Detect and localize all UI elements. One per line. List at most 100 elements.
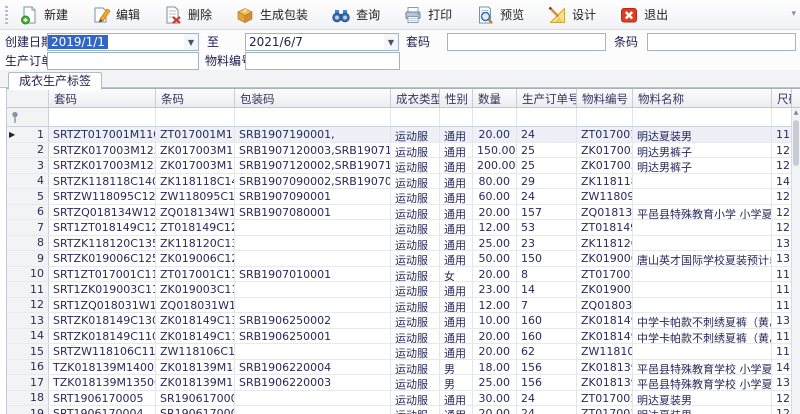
cell-type[interactable]: 运动服	[391, 267, 440, 282]
table-row[interactable]: 6SRTZQ018134W12000ZQ018134W12000SRB19070…	[7, 205, 800, 221]
cell-qty[interactable]: 20.00	[473, 205, 517, 220]
toolbar-button-print[interactable]: 打印	[397, 2, 460, 28]
cell-qty[interactable]: 12.00	[473, 298, 517, 313]
cell-material-no[interactable]: ZK019006C	[577, 251, 633, 266]
cell-type[interactable]: 运动服	[391, 127, 440, 142]
cell-barcode[interactable]: ZT017001C11000	[156, 267, 235, 282]
cell-package-codes[interactable]	[235, 282, 391, 297]
table-row[interactable]: 13SRTZK018149C13000ZK018149C13000SRB1906…	[7, 313, 800, 329]
row-indicator[interactable]: 6	[7, 205, 49, 220]
toolbar-button-package[interactable]: 生成包装	[229, 2, 316, 28]
toolbar-button-search-binoculars[interactable]: 查询	[325, 2, 388, 28]
cell-material-no[interactable]: ZK118118C	[577, 174, 633, 189]
cell-qty[interactable]: 23.00	[473, 282, 517, 297]
table-row[interactable]: 15SRTZW118106C11000ZW118106C11000运动服通用20…	[7, 344, 800, 360]
cell-package-codes[interactable]	[235, 406, 391, 414]
cell-size[interactable]: 12	[772, 189, 792, 204]
cell-order-no[interactable]: 7	[517, 298, 577, 313]
set-code-input[interactable]	[447, 33, 606, 51]
cell-material-no[interactable]: ZK018149C	[577, 329, 633, 344]
cell-qty[interactable]: 25.00	[473, 236, 517, 251]
cell-size[interactable]: 11	[772, 267, 792, 282]
cell-type[interactable]: 运动服	[391, 391, 440, 406]
cell-material-no[interactable]: ZT017001M	[577, 127, 633, 142]
cell-order-no[interactable]: 24	[517, 406, 577, 414]
table-row[interactable]: 12SRT1ZQ018031W11000ZQ018031W11000运动服通用1…	[7, 298, 800, 314]
cell-type[interactable]: 运动服	[391, 174, 440, 189]
cell-package-codes[interactable]: SRB1906220004	[235, 360, 391, 375]
cell-size[interactable]: 11	[772, 127, 792, 142]
cell-order-no[interactable]: 150	[517, 251, 577, 266]
cell-package-codes[interactable]: SRB1907090001	[235, 189, 391, 204]
cell-set-code[interactable]: SRTZK018149C13000	[49, 313, 156, 328]
cell-package-codes[interactable]: SRB1907120002,SRB1907120005,	[235, 158, 391, 173]
cell-gender[interactable]: 通用	[440, 329, 473, 344]
cell-material-name[interactable]	[633, 220, 772, 235]
cell-material-name[interactable]	[633, 344, 772, 359]
cell-material-name[interactable]: 平邑县特殊教育小学 小学夏	[633, 205, 772, 220]
cell-material-no[interactable]: ZK019003C	[577, 282, 633, 297]
cell-material-name[interactable]: 平邑县特殊教育学校 小学夏	[633, 360, 772, 375]
cell-material-name[interactable]	[633, 282, 772, 297]
filter-cell-material-name[interactable]	[633, 108, 772, 126]
row-indicator[interactable]: 10	[7, 267, 49, 282]
cell-type[interactable]: 运动服	[391, 298, 440, 313]
column-header-order-no[interactable]: 生产订单号	[517, 89, 577, 107]
cell-material-name[interactable]: 明达男裤子	[633, 143, 772, 158]
cell-gender[interactable]: 通用	[440, 205, 473, 220]
cell-barcode[interactable]: ZK018139M13500	[156, 375, 235, 390]
vertical-scrollbar[interactable]: ▲	[791, 108, 800, 414]
cell-barcode[interactable]: ZK017003M12500	[156, 158, 235, 173]
filter-cell-material-no[interactable]	[577, 108, 633, 126]
material-no-input[interactable]	[245, 52, 400, 70]
cell-set-code[interactable]: SRTZK118118C14000	[49, 174, 156, 189]
cell-material-no[interactable]: ZK017003M	[577, 143, 633, 158]
cell-size[interactable]: 12	[772, 143, 792, 158]
scrollbar-thumb[interactable]	[793, 120, 799, 166]
cell-material-no[interactable]: ZK017003M	[577, 158, 633, 173]
chevron-down-icon[interactable]: ▼	[184, 34, 198, 50]
cell-type[interactable]: 运动服	[391, 282, 440, 297]
filter-cell-qty[interactable]	[473, 108, 517, 126]
cell-package-codes[interactable]	[235, 391, 391, 406]
cell-barcode[interactable]: ZK019006C12500	[156, 251, 235, 266]
column-header-barcode[interactable]: 条码	[156, 89, 235, 107]
cell-set-code[interactable]: SRT1ZK019003C11000	[49, 282, 156, 297]
production-order-input[interactable]	[47, 52, 199, 70]
row-indicator[interactable]: ▶1	[7, 127, 49, 142]
filter-cell-set-code[interactable]	[49, 108, 156, 126]
cell-gender[interactable]: 通用	[440, 344, 473, 359]
cell-size[interactable]: 13	[772, 251, 792, 266]
cell-qty[interactable]: 80.00	[473, 174, 517, 189]
column-header-package-codes[interactable]: 包装码	[235, 89, 391, 107]
cell-barcode[interactable]: ZQ018134W12000	[156, 205, 235, 220]
cell-material-name[interactable]	[633, 236, 772, 251]
cell-set-code[interactable]: TZK018139M13500	[49, 375, 156, 390]
cell-package-codes[interactable]: SRB1906250001	[235, 329, 391, 344]
cell-barcode[interactable]: ZW118095C12500	[156, 189, 235, 204]
table-row[interactable]: 9SRTZK019006C12500ZK019006C12500运动服通用50.…	[7, 251, 800, 267]
cell-package-codes[interactable]: SRB1907010001	[235, 267, 391, 282]
row-indicator[interactable]: 11	[7, 282, 49, 297]
cell-set-code[interactable]: SRTZK019006C12500	[49, 251, 156, 266]
cell-material-no[interactable]: ZQ018031W	[577, 298, 633, 313]
cell-order-no[interactable]: 156	[517, 375, 577, 390]
cell-order-no[interactable]: 53	[517, 220, 577, 235]
cell-gender[interactable]: 女	[440, 267, 473, 282]
toolbar-overflow-arrow-icon[interactable]: ▾	[791, 9, 796, 19]
table-row[interactable]: 14SRTZK018149C11000ZK018149C11000SRB1906…	[7, 329, 800, 345]
column-header-material-no[interactable]: 物料编号	[577, 89, 633, 107]
cell-gender[interactable]: 通用	[440, 282, 473, 297]
cell-type[interactable]: 运动服	[391, 375, 440, 390]
cell-material-no[interactable]: ZT017001M	[577, 391, 633, 406]
cell-gender[interactable]: 通用	[440, 174, 473, 189]
cell-material-no[interactable]: ZT017001M	[577, 406, 633, 414]
cell-material-no[interactable]: ZW118095C	[577, 189, 633, 204]
cell-material-name[interactable]: 中学卡帕款不刺绣夏裤（黄岛店）	[633, 329, 772, 344]
table-row[interactable]: 11SRT1ZK019003C11000ZK019003C11000运动服通用2…	[7, 282, 800, 298]
cell-barcode[interactable]: ZK118118C14000	[156, 174, 235, 189]
create-date-from-combo[interactable]: 2019/1/1 ▼	[47, 33, 199, 51]
toolbar-button-design[interactable]: 设计	[541, 2, 604, 28]
cell-size[interactable]: 12	[772, 158, 792, 173]
table-row[interactable]: 18SRT1906170005SR1906170008运动服通用30.0024Z…	[7, 391, 800, 407]
